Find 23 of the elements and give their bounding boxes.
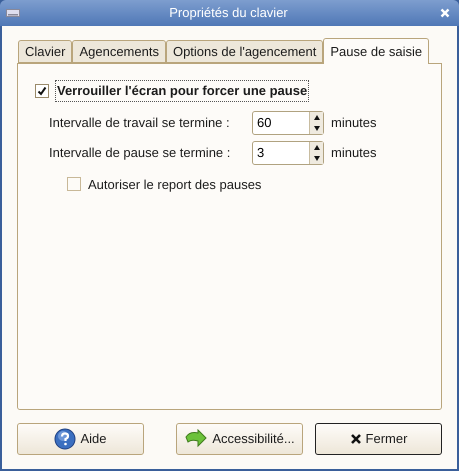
close-dialog-button[interactable]: Fermer	[315, 423, 442, 455]
tab[interactable]: Clavier	[18, 40, 72, 63]
window-title: Propriétés du clavier	[168, 4, 289, 22]
tab[interactable]: Options de l'agencement	[166, 40, 324, 63]
checkbox-label[interactable]: Autoriser le report des pauses	[87, 174, 262, 194]
keyboard-icon	[6, 8, 20, 18]
tab[interactable]: Pause de saisie	[323, 38, 430, 64]
checkbox[interactable]	[35, 84, 49, 98]
accessibility-button[interactable]: Accessibilité...	[176, 423, 303, 455]
checkbox[interactable]	[67, 177, 81, 192]
close-icon	[350, 433, 362, 445]
close-icon	[440, 8, 450, 18]
help-icon	[54, 428, 76, 450]
checkbox-label[interactable]: Verrouiller l'écran pour forcer une pause	[55, 80, 310, 102]
spin-field[interactable]: 3	[252, 140, 324, 164]
unit-label: minutes	[331, 144, 377, 162]
unit-label: minutes	[331, 114, 377, 132]
interval-label: Intervalle de travail se termine :	[49, 114, 231, 132]
spin-field[interactable]: 60	[252, 110, 324, 134]
help-button[interactable]: Aide	[17, 423, 144, 455]
tab[interactable]: Agencements	[72, 40, 166, 63]
curved-arrow-icon	[184, 429, 208, 449]
interval-label: Intervalle de pause se termine :	[49, 144, 232, 162]
